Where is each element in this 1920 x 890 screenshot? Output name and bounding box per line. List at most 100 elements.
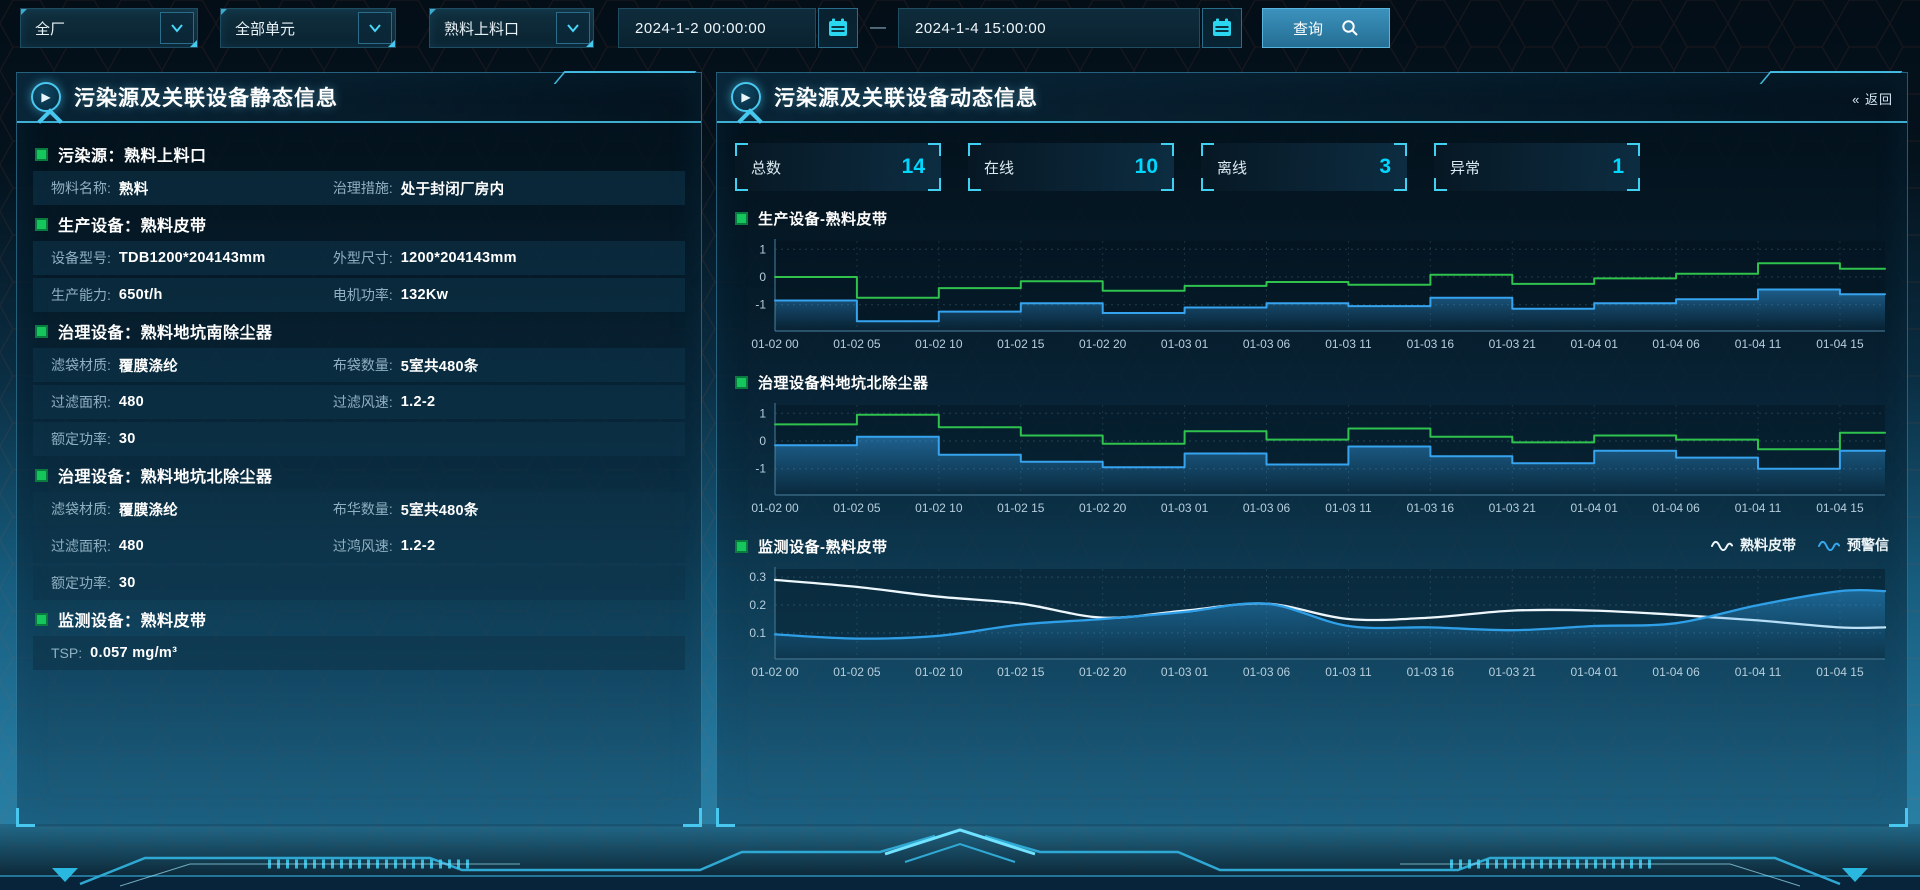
field-label: 过鸿风速: [333,536,393,556]
svg-text:01-03 21: 01-03 21 [1489,337,1537,351]
svg-text:01-03 11: 01-03 11 [1325,337,1372,351]
green-square-icon [35,325,48,338]
chart-block: 治理设备料地坑北除尘器10-101-02 0001-02 0501-02 100… [733,369,1891,519]
svg-text:01-03 16: 01-03 16 [1407,501,1455,515]
legend-label: 熟料皮带 [1740,535,1796,555]
svg-text:01-02 20: 01-02 20 [1079,501,1127,515]
section-header: 治理设备：熟料地坑南除尘器 [33,316,685,346]
static-info-header: ▶ 污染源及关联设备静态信息 [17,73,701,123]
back-button[interactable]: « 返回 [1852,89,1893,108]
stat-value: 14 [902,155,925,179]
field-label: 电机功率: [333,285,393,305]
chart-title: 监测设备-熟料皮带 [758,536,888,557]
chart-header: 监测设备-熟料皮带 熟料皮带 预警信 [733,533,1891,559]
field-label: 生产能力: [51,285,111,305]
play-icon: ▶ [731,82,761,112]
info-row: 物料名称:熟料治理措施:处于封闭厂房内 [33,171,685,205]
start-date-input[interactable]: 2024-1-2 00:00:00 [618,8,816,48]
green-square-icon [35,148,48,161]
chart-title: 治理设备料地坑北除尘器 [758,372,929,393]
svg-text:01-03 21: 01-03 21 [1489,665,1537,679]
svg-text:01-03 21: 01-03 21 [1489,501,1537,515]
info-cell: 治理措施:处于封闭厂房内 [333,178,685,199]
section-header: 生产设备：熟料皮带 [33,209,685,239]
query-button[interactable]: 查询 [1262,8,1390,48]
svg-text:1: 1 [759,242,766,256]
footer-decoration [0,824,1920,890]
end-date-input[interactable]: 2024-1-4 15:00:00 [898,8,1200,48]
info-row: 滤袋材质:覆膜涤纶布华数量:5室共480条 [33,492,685,526]
info-cell: TSP:0.057 mg/m³ [33,645,333,661]
info-cell: 电机功率: 132Kw [333,285,685,305]
static-info-body: 污染源：熟料上料口物料名称:熟料治理措施:处于封闭厂房内生产设备：熟料皮带设备型… [17,123,701,670]
field-label: TSP: [51,645,82,661]
info-cell: 布华数量:5室共480条 [333,499,685,520]
corner-bracket [1627,143,1640,156]
svg-text:01-04 01: 01-04 01 [1571,501,1619,515]
svg-text:01-02 00: 01-02 00 [751,665,799,679]
svg-text:0.3: 0.3 [749,570,766,584]
corner-bracket [1201,178,1214,191]
info-row: 额定功率:30 [33,422,685,456]
legend-item[interactable]: 预警信 [1818,535,1889,555]
info-cell: 生产能力:650t/h [33,285,333,305]
stat-label: 离线 [1217,157,1247,178]
wave-line-icon [1711,539,1733,551]
plant-select[interactable]: 全厂 [20,8,198,48]
start-date-calendar-button[interactable] [818,8,858,48]
field-value: 480 [119,538,144,554]
info-cell: 额定功率:30 [33,429,333,449]
field-value: 132Kw [401,287,448,303]
field-label: 外型尺寸: [333,248,393,268]
toolbar: 全厂 全部单元 熟料上料口 2024-1-2 00:00:00 — 2024-1… [0,0,1920,56]
section-header-label: 监测设备：熟料皮带 [58,607,207,631]
info-cell: 过滤面积:480 [33,536,333,556]
corner-bracket [928,143,941,156]
calendar-icon [1211,17,1233,39]
info-row: 生产能力:650t/h电机功率: 132Kw [33,278,685,312]
date-range-separator: — [870,19,886,37]
svg-text:01-02 00: 01-02 00 [751,501,799,515]
unit-select[interactable]: 全部单元 [220,8,396,48]
stat-value: 1 [1612,155,1624,179]
dynamic-info-title: 污染源及关联设备动态信息 [774,82,1038,112]
field-value: 1200*204143mm [401,250,517,266]
svg-text:01-02 10: 01-02 10 [915,337,963,351]
charts-area: 生产设备-熟料皮带10-101-02 0001-02 0501-02 1001-… [733,205,1891,683]
stat-label: 在线 [984,157,1014,178]
green-square-icon [35,218,48,231]
chart-header: 生产设备-熟料皮带 [733,205,1891,231]
stat-box: 离线3 [1201,143,1407,191]
svg-text:01-02 10: 01-02 10 [915,501,963,515]
legend-label: 预警信 [1847,535,1889,555]
field-label: 治理措施: [333,178,393,198]
source-select[interactable]: 熟料上料口 [429,8,594,48]
svg-text:01-04 06: 01-04 06 [1652,501,1700,515]
chevron-down-icon [160,12,194,44]
chevron-down-icon [556,12,590,44]
section-header-label: 污染源：熟料上料口 [58,142,207,166]
svg-text:01-03 06: 01-03 06 [1243,501,1291,515]
svg-text:01-03 11: 01-03 11 [1325,501,1372,515]
field-label: 滤袋材质: [51,355,111,375]
field-label: 额定功率: [51,429,111,449]
dynamic-info-header: ▶ 污染源及关联设备动态信息 « 返回 [717,73,1907,123]
info-cell: 布袋数量:5室共480条 [333,355,685,376]
start-date-value: 2024-1-2 00:00:00 [619,20,766,37]
corner-bracket [1201,143,1214,156]
svg-text:01-02 00: 01-02 00 [751,337,799,351]
end-date-calendar-button[interactable] [1202,8,1242,48]
static-info-panel: ▶ 污染源及关联设备静态信息 污染源：熟料上料口物料名称:熟料治理措施:处于封闭… [16,72,702,827]
info-cell: 滤袋材质:覆膜涤纶 [33,499,333,520]
plant-select-value: 全厂 [21,18,160,39]
chart-legend: 熟料皮带 预警信 [1711,535,1889,555]
green-square-icon [735,376,748,389]
corner-bracket [968,143,981,156]
legend-item[interactable]: 熟料皮带 [1711,535,1796,555]
field-value: 5室共480条 [401,355,479,376]
corner-bracket [1434,143,1447,156]
field-value: 覆膜涤纶 [119,355,178,376]
svg-text:-1: -1 [755,462,766,476]
svg-text:01-04 06: 01-04 06 [1652,665,1700,679]
corner-bracket [1394,178,1407,191]
